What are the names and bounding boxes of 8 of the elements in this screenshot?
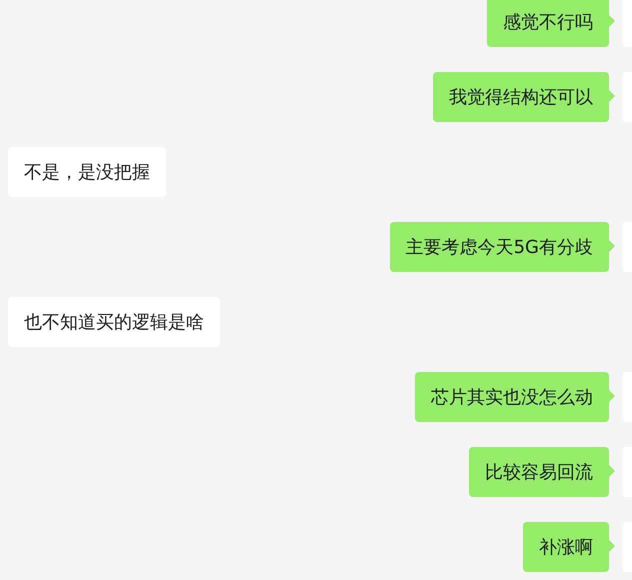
bubble-tail: [609, 465, 615, 477]
message-bubble: 也不知道买的逻辑是啥: [8, 297, 220, 347]
message-bubble: 不是，是没把握: [8, 147, 166, 197]
bubble-tail: [609, 540, 615, 552]
bubble-tail: [609, 15, 615, 27]
bubble-tail: [609, 90, 615, 102]
bubble-tail: [609, 390, 615, 402]
bubble-tail: [609, 240, 615, 252]
